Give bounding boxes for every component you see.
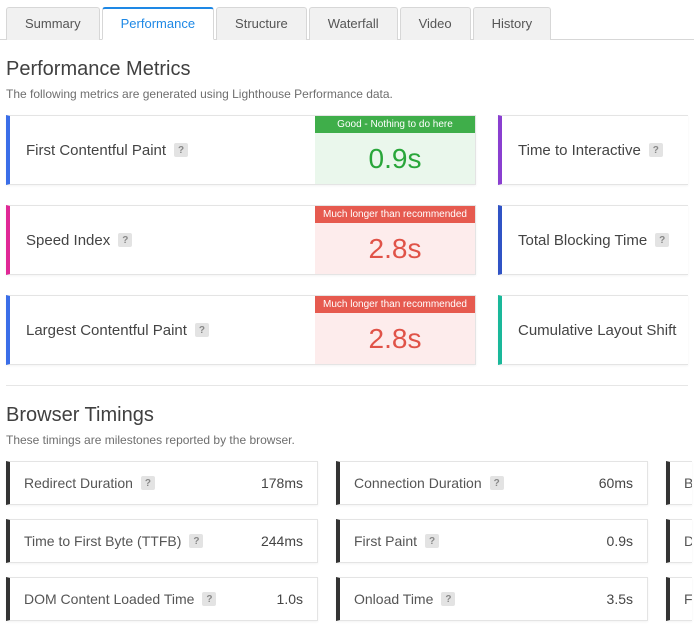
- timing-card-domloaded[interactable]: DOM Content Loaded Time ? 1.0s: [6, 577, 318, 621]
- timing-label: DOM Content Loaded Time: [24, 591, 194, 607]
- help-icon[interactable]: ?: [195, 323, 209, 337]
- performance-metrics-title: Performance Metrics: [6, 58, 688, 81]
- timing-value: 60ms: [589, 475, 633, 491]
- help-icon[interactable]: ?: [649, 143, 663, 157]
- timing-value: 178ms: [251, 475, 303, 491]
- metric-card-lcp[interactable]: Largest Contentful Paint ? Much longer t…: [6, 295, 476, 365]
- browser-timings-title: Browser Timings: [6, 404, 688, 427]
- help-icon[interactable]: ?: [441, 592, 455, 606]
- timing-card-first-paint[interactable]: First Paint ? 0.9s: [336, 519, 648, 563]
- timing-card-redirect[interactable]: Redirect Duration ? 178ms: [6, 461, 318, 505]
- browser-timings-section: Browser Timings These timings are milest…: [0, 386, 694, 621]
- metric-value-lcp: Much longer than recommended 2.8s: [315, 296, 475, 364]
- timing-card-ttfb[interactable]: Time to First Byte (TTFB) ? 244ms: [6, 519, 318, 563]
- timing-label: Onload Time: [354, 591, 433, 607]
- performance-metrics-section: Performance Metrics The following metric…: [0, 40, 694, 365]
- metric-label-si: Speed Index: [26, 232, 110, 249]
- metric-label-lcp: Largest Contentful Paint: [26, 322, 187, 339]
- help-icon[interactable]: ?: [189, 534, 203, 548]
- timing-label: Fully: [684, 591, 692, 607]
- metric-card-si[interactable]: Speed Index ? Much longer than recommend…: [6, 205, 476, 275]
- timing-card-connect[interactable]: Connection Duration ? 60ms: [336, 461, 648, 505]
- metric-value-si: Much longer than recommended 2.8s: [315, 206, 475, 274]
- browser-timings-subtitle: These timings are milestones reported by…: [6, 433, 688, 447]
- timing-card-onload[interactable]: Onload Time ? 3.5s: [336, 577, 648, 621]
- help-icon[interactable]: ?: [118, 233, 132, 247]
- timing-card-fully[interactable]: Fully: [666, 577, 692, 621]
- help-icon[interactable]: ?: [490, 476, 504, 490]
- tab-structure[interactable]: Structure: [216, 7, 307, 40]
- help-icon[interactable]: ?: [141, 476, 155, 490]
- metric-card-tbt[interactable]: Total Blocking Time ?: [498, 205, 688, 275]
- tab-video[interactable]: Video: [400, 7, 471, 40]
- metric-card-cls[interactable]: Cumulative Layout Shift: [498, 295, 688, 365]
- metric-card-fcp[interactable]: First Contentful Paint ? Good - Nothing …: [6, 115, 476, 185]
- timing-value: 0.9s: [597, 533, 633, 549]
- timing-card-backend[interactable]: Bac: [666, 461, 692, 505]
- timing-label: Time to First Byte (TTFB): [24, 533, 181, 549]
- metric-label-tbt: Total Blocking Time: [518, 232, 647, 249]
- metric-value-fcp: Good - Nothing to do here 0.9s: [315, 116, 475, 184]
- help-icon[interactable]: ?: [202, 592, 216, 606]
- metric-label-cls: Cumulative Layout Shift: [518, 322, 676, 339]
- timing-card-dom[interactable]: DOM: [666, 519, 692, 563]
- timing-label: DOM: [684, 533, 692, 549]
- tab-history[interactable]: History: [473, 7, 551, 40]
- timing-label: Redirect Duration: [24, 475, 133, 491]
- timing-label: Connection Duration: [354, 475, 482, 491]
- status-banner-bad: Much longer than recommended: [315, 296, 475, 313]
- tab-waterfall[interactable]: Waterfall: [309, 7, 398, 40]
- timing-value: 3.5s: [597, 591, 633, 607]
- tab-summary[interactable]: Summary: [6, 7, 100, 40]
- metric-label-tti: Time to Interactive: [518, 142, 641, 159]
- timing-label: First Paint: [354, 533, 417, 549]
- help-icon[interactable]: ?: [174, 143, 188, 157]
- timing-value: 1.0s: [267, 591, 303, 607]
- tab-performance[interactable]: Performance: [102, 7, 214, 40]
- timing-label: Bac: [684, 475, 692, 491]
- tab-bar: Summary Performance Structure Waterfall …: [0, 0, 694, 40]
- help-icon[interactable]: ?: [425, 534, 439, 548]
- help-icon[interactable]: ?: [655, 233, 669, 247]
- performance-metrics-subtitle: The following metrics are generated usin…: [6, 87, 688, 101]
- status-banner-good: Good - Nothing to do here: [315, 116, 475, 133]
- status-banner-bad: Much longer than recommended: [315, 206, 475, 223]
- metric-label-fcp: First Contentful Paint: [26, 142, 166, 159]
- metric-card-tti[interactable]: Time to Interactive ?: [498, 115, 688, 185]
- timing-value: 244ms: [251, 533, 303, 549]
